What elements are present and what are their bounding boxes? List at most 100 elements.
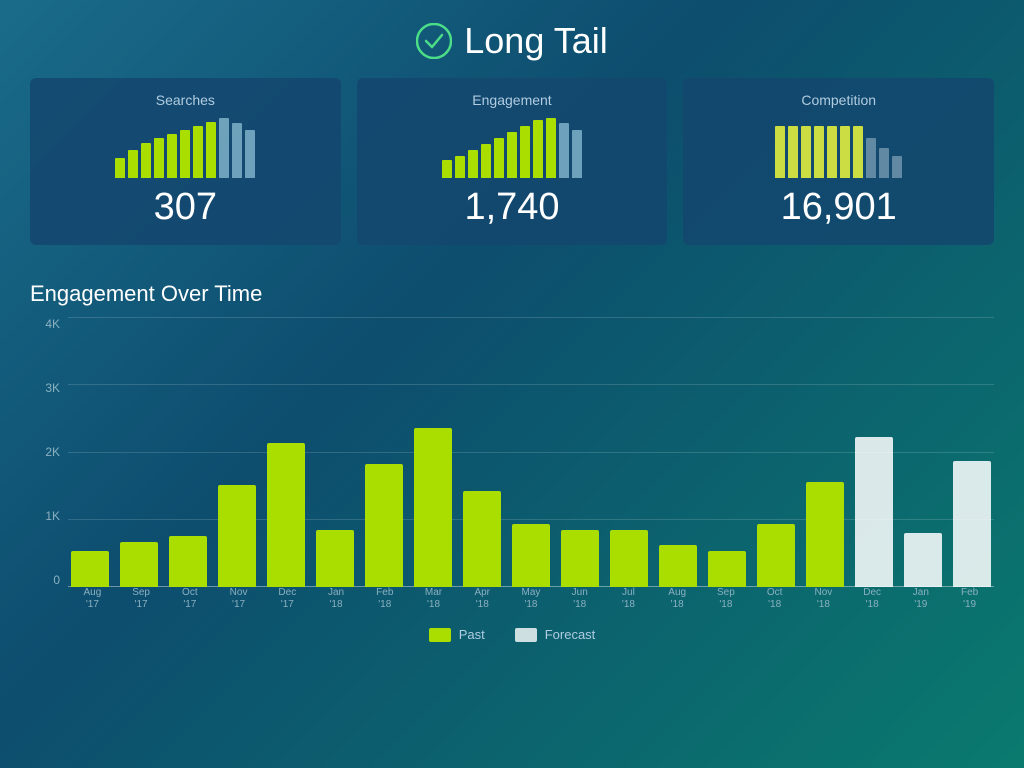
metric-bar xyxy=(455,156,465,178)
metric-bars-searches xyxy=(115,118,255,178)
metric-bar xyxy=(193,126,203,178)
chart-bar-forecast xyxy=(904,533,942,587)
metric-bar xyxy=(520,126,530,178)
metric-bar xyxy=(481,144,491,178)
x-label: Apr'18 xyxy=(458,587,507,611)
bar-group xyxy=(68,317,113,587)
chart-bar-past xyxy=(218,485,256,587)
metric-bar xyxy=(206,122,216,178)
bar-group xyxy=(606,317,651,587)
chart-bar-past xyxy=(757,524,795,587)
metric-label-competition: Competition xyxy=(801,92,876,108)
bar-group xyxy=(411,317,456,587)
y-label: 4K xyxy=(30,317,60,331)
chart-bar-forecast xyxy=(953,461,991,587)
bar-group xyxy=(264,317,309,587)
chart-bar-past xyxy=(610,530,648,587)
engagement-chart: 01K2K3K4K Aug'17Sep'17Oct'17Nov'17Dec'17… xyxy=(30,317,994,617)
chart-area: 01K2K3K4K Aug'17Sep'17Oct'17Nov'17Dec'17… xyxy=(0,317,1024,617)
bar-group xyxy=(900,317,945,587)
x-label: Feb'19 xyxy=(945,587,994,611)
x-label: Jan'18 xyxy=(312,587,361,611)
x-label: Nov'17 xyxy=(214,587,263,611)
metrics-row: Searches307Engagement1,740 Competition 16,… xyxy=(0,78,1024,245)
page-title: Long Tail xyxy=(464,20,607,62)
chart-bar-past xyxy=(120,542,158,587)
metric-bar xyxy=(827,126,837,178)
bar-group xyxy=(313,317,358,587)
x-label: Sep'17 xyxy=(117,587,166,611)
metric-bar xyxy=(572,130,582,178)
past-label: Past xyxy=(459,627,485,642)
metric-bar xyxy=(533,120,543,178)
metric-bar xyxy=(801,126,811,178)
chart-bar-past xyxy=(414,428,452,587)
x-label: Oct'18 xyxy=(750,587,799,611)
chart-bar-past xyxy=(561,530,599,587)
chart-bar-past xyxy=(512,524,550,587)
x-label: Nov'18 xyxy=(799,587,848,611)
x-label: Feb'18 xyxy=(360,587,409,611)
metric-bar xyxy=(219,118,229,178)
past-swatch xyxy=(429,628,451,642)
metric-bar xyxy=(840,126,850,178)
legend-past: Past xyxy=(429,627,485,642)
bar-group xyxy=(802,317,847,587)
metric-bar xyxy=(141,143,151,178)
chart-bar-past xyxy=(659,545,697,587)
metric-bar xyxy=(442,160,452,178)
metric-bar xyxy=(507,132,517,178)
bar-group xyxy=(949,317,994,587)
forecast-swatch xyxy=(515,628,537,642)
x-label: Jan'19 xyxy=(896,587,945,611)
metric-bar xyxy=(180,130,190,178)
y-label: 2K xyxy=(30,445,60,459)
forecast-label: Forecast xyxy=(545,627,596,642)
chart-bar-past xyxy=(708,551,746,587)
chart-bar-past xyxy=(463,491,501,587)
bars-wrapper xyxy=(68,317,994,587)
metric-card-competition: Competition 16,901 xyxy=(683,78,994,245)
legend-forecast: Forecast xyxy=(515,627,596,642)
chart-title: Engagement Over Time xyxy=(0,265,1024,307)
chart-bar-past xyxy=(169,536,207,587)
x-label: Jun'18 xyxy=(555,587,604,611)
y-label: 0 xyxy=(30,573,60,587)
chart-bar-forecast xyxy=(855,437,893,587)
x-label: Aug'18 xyxy=(653,587,702,611)
metric-value-competition: 16,901 xyxy=(781,186,897,229)
x-label: Dec'18 xyxy=(848,587,897,611)
chart-bar-past xyxy=(316,530,354,587)
y-label: 1K xyxy=(30,509,60,523)
bar-group xyxy=(215,317,260,587)
metric-label-searches: Searches xyxy=(156,92,215,108)
metric-bar xyxy=(814,126,824,178)
metric-bar xyxy=(879,148,889,178)
bar-group xyxy=(558,317,603,587)
x-label: Dec'17 xyxy=(263,587,312,611)
chart-bar-past xyxy=(806,482,844,587)
metric-bar xyxy=(232,123,242,178)
metric-bar xyxy=(546,118,556,178)
metric-value-engagement: 1,740 xyxy=(464,186,559,229)
metric-bars-competition xyxy=(775,118,902,178)
metric-card-searches: Searches307 xyxy=(30,78,341,245)
bar-group xyxy=(851,317,896,587)
x-label: May'18 xyxy=(507,587,556,611)
x-labels: Aug'17Sep'17Oct'17Nov'17Dec'17Jan'18Feb'… xyxy=(68,587,994,617)
metric-bar xyxy=(853,126,863,178)
metric-bar xyxy=(559,123,569,178)
x-label: Mar'18 xyxy=(409,587,458,611)
metric-card-engagement: Engagement1,740 xyxy=(357,78,668,245)
metric-bar xyxy=(167,134,177,178)
y-axis: 01K2K3K4K xyxy=(30,317,60,617)
bar-group xyxy=(362,317,407,587)
x-label: Jul'18 xyxy=(604,587,653,611)
x-label: Oct'17 xyxy=(165,587,214,611)
metric-bar xyxy=(154,138,164,178)
metric-bars-engagement xyxy=(442,118,582,178)
metric-bar xyxy=(788,126,798,178)
bar-group xyxy=(460,317,505,587)
bar-group xyxy=(753,317,798,587)
bar-group xyxy=(166,317,211,587)
